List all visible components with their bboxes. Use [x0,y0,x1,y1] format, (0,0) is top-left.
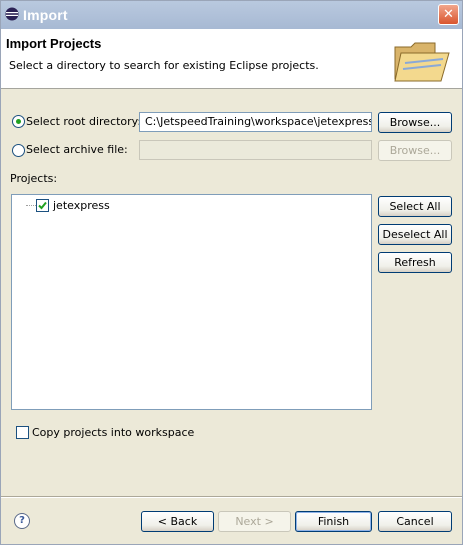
projects-list[interactable]: jetexpress [11,194,372,410]
next-button[interactable]: Next > [218,511,291,532]
help-icon[interactable]: ? [14,513,30,529]
root-directory-field[interactable]: C:\JetspeedTraining\workspace\jetexpress [139,112,372,132]
root-directory-label: Select root directory: [26,115,142,128]
root-directory-radio[interactable] [12,115,25,128]
list-item[interactable]: jetexpress [36,198,176,213]
project-checkbox[interactable] [36,199,49,212]
finish-button[interactable]: Finish [295,511,372,532]
refresh-button[interactable]: Refresh [378,252,452,273]
copy-projects-label: Copy projects into workspace [32,426,195,439]
project-name: jetexpress [53,199,110,212]
archive-file-label: Select archive file: [26,143,128,156]
archive-file-radio[interactable] [12,144,25,157]
cancel-button[interactable]: Cancel [378,511,452,532]
import-dialog: Import ✕ Import Projects Select a direct… [0,0,463,545]
browse-archive-button[interactable]: Browse... [378,140,452,161]
select-all-button[interactable]: Select All [378,196,452,217]
checkmark-icon [38,201,47,210]
radio-selected-dot [16,119,21,124]
copy-projects-checkbox[interactable] [16,426,29,439]
deselect-all-button[interactable]: Deselect All [378,224,452,245]
page-description: Select a directory to search for existin… [9,59,319,72]
browse-root-button[interactable]: Browse... [378,112,452,133]
back-button[interactable]: < Back [141,511,214,532]
eclipse-icon [5,7,19,21]
projects-label: Projects: [10,172,58,185]
title-bar[interactable]: Import ✕ [1,1,462,29]
tree-connector [26,205,36,206]
footer-separator [1,496,462,498]
folder-icon [394,42,450,82]
close-button[interactable]: ✕ [438,4,459,25]
window-title: Import [23,7,68,23]
header-banner: Import Projects Select a directory to se… [1,29,462,89]
archive-file-field[interactable] [139,140,372,160]
page-title: Import Projects [6,36,102,51]
